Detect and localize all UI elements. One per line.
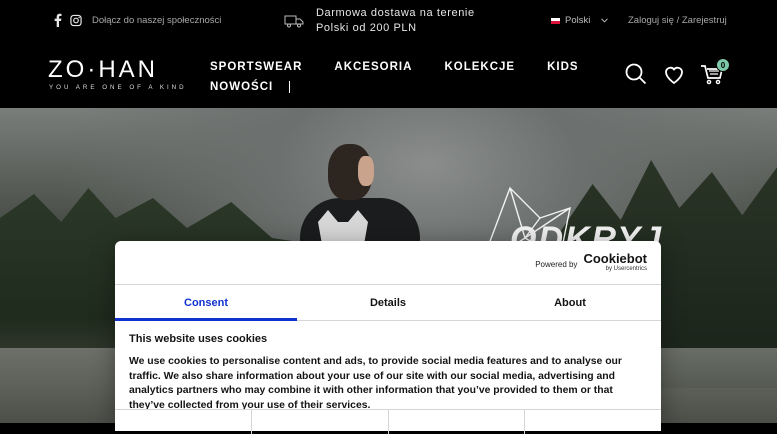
nav-separator (289, 81, 291, 93)
login-link[interactable]: Zaloguj się (628, 15, 674, 26)
community-link[interactable]: Dołącz do naszej społeczności (92, 15, 221, 26)
logo-wordmark: ZO·HAN (48, 56, 158, 83)
language-selector[interactable]: Polski (551, 15, 609, 26)
language-label: Polski (565, 15, 591, 26)
cookie-category-cell[interactable] (252, 410, 389, 434)
powered-by-label: Powered by (535, 259, 578, 269)
shipping-info: Darmowa dostawa na terenie Polski od 200… (284, 6, 475, 36)
account-links: Zaloguj się / Zarejestruj (628, 15, 727, 26)
tab-details[interactable]: Details (297, 285, 479, 320)
instagram-icon[interactable] (70, 13, 82, 27)
cookie-category-cell[interactable] (389, 410, 526, 434)
logo-tagline: YOU ARE ONE OF A KIND (49, 84, 187, 91)
main-nav: SPORTSWEAR AKCESORIA KOLEKCJE KIDS NOWOŚ… (210, 57, 578, 97)
register-link[interactable]: Zarejestruj (682, 15, 727, 26)
nav-kids[interactable]: KIDS (547, 61, 578, 73)
nav-nowosci[interactable]: NOWOŚCI (210, 81, 273, 93)
top-bar: Dołącz do naszej społeczności Darmowa do… (0, 0, 777, 42)
facebook-icon[interactable] (52, 13, 64, 27)
model-face (358, 156, 374, 186)
cookie-category-cell[interactable] (115, 410, 252, 434)
cookie-category-cell[interactable] (525, 410, 661, 434)
header-icons: 0 (624, 58, 730, 86)
cookie-body: We use cookies to personalise content an… (129, 356, 622, 411)
cookiebot-branding[interactable]: Powered by Cookiebot by Usercentrics (535, 252, 647, 275)
nav-sportswear[interactable]: SPORTSWEAR (210, 61, 302, 73)
cart-icon[interactable]: 0 (700, 58, 730, 86)
cookie-consent-dialog: Powered by Cookiebot by Usercentrics Con… (115, 241, 661, 434)
truck-icon (284, 15, 304, 28)
nav-akcesoria[interactable]: AKCESORIA (334, 61, 412, 73)
heart-icon[interactable] (662, 62, 686, 86)
poland-flag-icon (551, 17, 560, 24)
logo[interactable]: ZO·HAN YOU ARE ONE OF A KIND (48, 56, 198, 94)
shipping-line-1: Darmowa dostawa na terenie (316, 7, 475, 19)
search-icon[interactable] (624, 62, 648, 86)
shipping-line-2: Polski od 200 PLN (316, 22, 417, 34)
tab-consent[interactable]: Consent (115, 285, 297, 321)
cookie-content: This website uses cookies We use cookies… (129, 333, 649, 413)
chevron-down-icon (601, 18, 609, 23)
social-links: Dołącz do naszej społeczności (52, 13, 221, 27)
account-separator: / (673, 15, 682, 26)
cookiebot-logo: Cookiebot by Usercentrics (583, 252, 647, 275)
nav-kolekcje[interactable]: KOLEKCJE (444, 61, 515, 73)
tab-about[interactable]: About (479, 285, 661, 320)
cart-count-badge: 0 (716, 58, 730, 72)
cookie-tabs: Consent Details About (115, 284, 661, 321)
cookie-heading: This website uses cookies (129, 333, 268, 345)
cookie-category-row (115, 409, 661, 434)
main-header: ZO·HAN YOU ARE ONE OF A KIND SPORTSWEAR … (0, 42, 777, 108)
